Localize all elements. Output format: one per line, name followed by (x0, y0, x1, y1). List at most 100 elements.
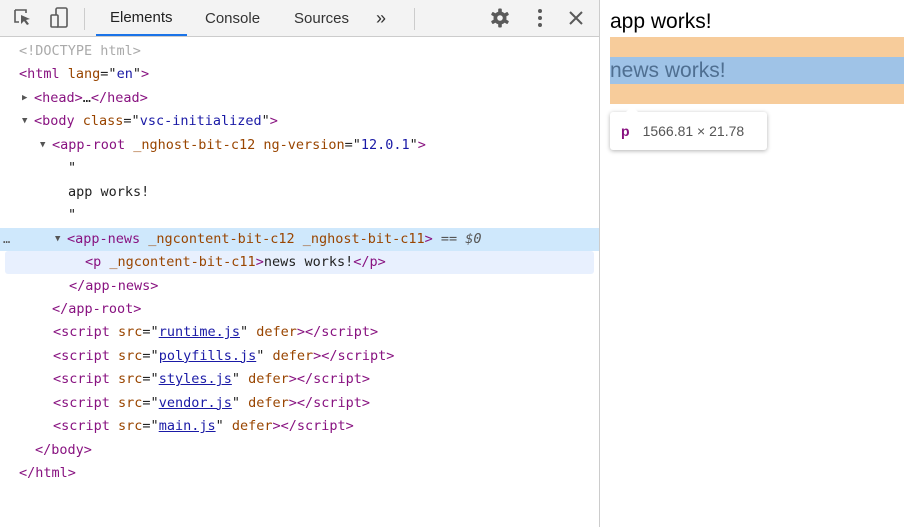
token-tag: </p> (353, 254, 386, 271)
dom-node-line[interactable]: <html lang="en"> (0, 63, 599, 86)
token-tag: </html> (19, 465, 76, 482)
source-link[interactable]: vendor.js (159, 395, 232, 411)
node-actions-icon[interactable]: … (3, 228, 10, 251)
more-vert-icon[interactable] (526, 0, 554, 36)
node-markup: " (68, 157, 76, 180)
node-markup: <body class="vsc-initialized"> (34, 110, 278, 133)
expand-arrow-icon[interactable]: ▼ (40, 134, 45, 157)
dom-node-line[interactable]: app works! (0, 181, 599, 204)
node-markup: <script src="styles.js" defer></script> (53, 368, 370, 391)
node-markup: " (68, 204, 76, 227)
tab-sources[interactable]: Sources (294, 0, 349, 36)
dom-node-line[interactable]: </app-root> (0, 298, 599, 321)
token-punct: =" (142, 418, 159, 435)
dom-node-line[interactable]: ▼ <body class="vsc-initialized"> (0, 110, 599, 133)
app-works-text: app works! (610, 10, 712, 33)
toolbar-divider (84, 8, 85, 30)
settings-icon[interactable] (486, 0, 514, 36)
token-tag: <html (19, 66, 68, 83)
element-tooltip: p 1566.81 × 21.78 (610, 106, 767, 150)
token-attr: src (118, 418, 143, 435)
token-tag: <script (53, 418, 119, 435)
token-attr: defer (248, 371, 289, 388)
dom-node-line[interactable]: <script src="polyfills.js" defer></scrip… (0, 345, 599, 368)
token-punct: =" (142, 371, 159, 388)
dom-node-line[interactable]: </body> (0, 439, 599, 462)
token-punct: =" (100, 66, 117, 83)
token-tag: ></script> (313, 347, 395, 364)
token-attr: defer (256, 324, 297, 341)
source-link[interactable]: main.js (159, 418, 216, 434)
token-punct: =" (142, 347, 159, 364)
device-toggle-icon[interactable] (44, 0, 74, 36)
node-markup: <html lang="en"> (19, 63, 149, 86)
token-punct: =" (142, 394, 159, 411)
dom-node-line[interactable]: <p _ngcontent-bit-c11>news works!</p> (5, 251, 594, 275)
token-tag: </body> (35, 441, 92, 458)
token-tag: > (417, 136, 426, 153)
token-tag: <app-news (67, 230, 149, 247)
token-attr: src (118, 394, 143, 411)
dom-node-line[interactable]: <script src="styles.js" defer></script> (0, 368, 599, 391)
token-attr: class (82, 113, 124, 130)
source-link[interactable]: runtime.js (159, 324, 240, 340)
token-punct: =" (344, 136, 361, 153)
token-attr: _nghost-bit-c12 ng-version (133, 136, 345, 153)
node-markup: </body> (35, 439, 92, 462)
token-tag: <app-root (52, 136, 134, 153)
expand-arrow-icon[interactable]: ▼ (22, 110, 27, 133)
devtools-toolbar: Elements Console Sources » (0, 0, 599, 37)
token-tag: <script (53, 324, 119, 341)
tooltip-tag: p (621, 123, 630, 139)
dom-node-line[interactable]: <script src="main.js" defer></script> (0, 415, 599, 438)
node-markup: </app-root> (52, 298, 141, 321)
dom-node-line[interactable]: </app-news> (0, 275, 599, 298)
token-tag: > (255, 254, 264, 271)
node-markup: <head>…</head> (34, 87, 148, 110)
token-text: " (68, 207, 77, 224)
devtools-panel: Elements Console Sources » <!DOCTYPE htm… (0, 0, 600, 527)
dom-node-line[interactable]: … ▼ <app-news _ngcontent-bit-c12 _nghost-b… (0, 227, 599, 251)
inspect-icon[interactable] (8, 0, 38, 36)
dom-node-line[interactable]: <script src="vendor.js" defer></script> (0, 392, 599, 415)
source-link[interactable]: polyfills.js (159, 348, 257, 364)
tab-console[interactable]: Console (205, 0, 260, 36)
collapse-arrow-icon[interactable]: ▶ (22, 87, 27, 110)
close-icon[interactable] (562, 0, 590, 36)
token-attr: defer (272, 347, 314, 364)
token-punct: " (256, 347, 273, 364)
token-punct: " (231, 371, 249, 388)
more-tabs-button[interactable]: » (376, 0, 386, 36)
token-punct: " (231, 394, 249, 411)
dom-node-line[interactable]: ▼ <app-root _nghost-bit-c12 ng-version="1… (0, 134, 599, 157)
source-link[interactable]: styles.js (159, 371, 232, 387)
dom-node-line[interactable]: <script src="runtime.js" defer></script> (0, 321, 599, 344)
token-punct: " (215, 418, 232, 435)
token-attr: src (118, 371, 143, 388)
token-punct: " (261, 113, 270, 130)
tab-elements[interactable]: Elements (96, 0, 187, 36)
token-tag: ></script> (288, 371, 371, 388)
dom-node-line[interactable]: </html> (0, 462, 599, 485)
token-tag: <body (34, 113, 83, 130)
token-attr: _ngcontent-bit-c12 _nghost-bit-c11 (148, 230, 425, 247)
node-markup: <script src="main.js" defer></script> (53, 415, 354, 438)
dom-node-line[interactable]: " (0, 204, 599, 227)
token-val: en (116, 66, 133, 83)
dom-node-line[interactable]: <!DOCTYPE html> (0, 40, 599, 63)
dom-node-line[interactable]: " (0, 157, 599, 180)
token-tag: ></script> (296, 324, 379, 341)
token-tag: <script (53, 347, 119, 364)
token-punct: =" (142, 324, 159, 341)
node-markup: <script src="polyfills.js" defer></scrip… (53, 345, 394, 368)
dom-node-line[interactable]: ▶ <head>…</head> (0, 87, 599, 110)
node-markup: </app-news> (69, 275, 158, 298)
token-attr: _ngcontent-bit-c11 (109, 254, 256, 271)
node-markup: <p _ngcontent-bit-c11>news works!</p> (85, 251, 386, 274)
expand-arrow-icon[interactable]: ▼ (55, 228, 60, 251)
token-eq: == $0 (432, 230, 482, 247)
token-text: news works! (263, 254, 354, 271)
token-tag: <script (53, 394, 119, 411)
toolbar-divider (414, 8, 415, 30)
token-tag: ></script> (288, 394, 371, 411)
